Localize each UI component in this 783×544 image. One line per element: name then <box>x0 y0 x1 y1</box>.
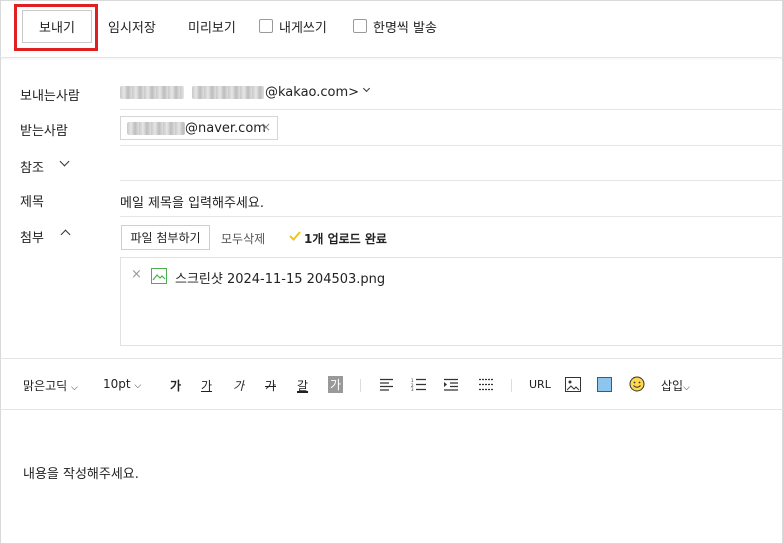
divider <box>120 145 783 146</box>
chevron-down-icon: ⌵ <box>71 383 78 393</box>
insert-menu[interactable]: 삽입⌵ <box>661 377 690 394</box>
toolbar-separator <box>511 379 512 392</box>
divider <box>120 180 783 181</box>
subject-label: 제목 <box>20 195 44 210</box>
chevron-down-icon: ⌵ <box>134 381 142 391</box>
chevron-down-icon: ⌵ <box>683 383 690 393</box>
recipient-id-redacted <box>127 122 185 135</box>
attach-label: 첨부 <box>20 231 44 246</box>
to-self-label[interactable]: 내게쓰기 <box>279 17 327 36</box>
attachment-file-name[interactable]: 스크린샷 2024-11-15 204503.png <box>175 268 385 287</box>
font-size-select[interactable]: 10pt ⌵ <box>103 377 141 391</box>
underline-button[interactable]: 가 <box>201 377 212 394</box>
toolbar-separator <box>360 379 361 392</box>
font-family-value: 맑은고딕 <box>23 379 68 393</box>
remove-recipient-icon[interactable]: × <box>261 120 271 134</box>
svg-text:3: 3 <box>411 387 414 391</box>
image-icon[interactable] <box>565 377 581 396</box>
preview-button[interactable]: 미리보기 <box>188 17 236 36</box>
upload-check-icon <box>289 230 301 246</box>
delete-all-button[interactable]: 모두삭제 <box>221 230 265 247</box>
indent-icon[interactable] <box>443 378 459 395</box>
font-color-button[interactable]: 갈 <box>297 377 308 394</box>
cc-label[interactable]: 참조 <box>20 157 44 176</box>
remove-attachment-icon[interactable]: × <box>131 267 142 282</box>
to-self-checkbox[interactable] <box>259 19 273 33</box>
bold-button[interactable]: 가 <box>170 377 181 394</box>
from-address[interactable]: @kakao.com> <box>265 85 359 100</box>
horizontal-line-icon[interactable] <box>478 378 494 395</box>
from-name-redacted <box>120 86 184 99</box>
compose-toolbar: 보내기 임시저장 미리보기 내게쓰기 한명씩 발송 <box>0 0 783 58</box>
emoji-icon[interactable] <box>629 376 645 396</box>
background-color-button[interactable]: 가 <box>328 376 344 393</box>
attach-file-button[interactable]: 파일 첨부하기 <box>121 225 210 250</box>
individual-send-checkbox[interactable] <box>353 19 367 33</box>
attachment-list: × 스크린샷 2024-11-15 204503.png <box>120 257 783 346</box>
divider <box>120 216 783 217</box>
url-button[interactable]: URL <box>529 378 551 391</box>
font-size-value: 10pt <box>103 377 131 391</box>
recipient-chip[interactable]: @naver.com × <box>120 116 278 140</box>
align-left-icon[interactable] <box>379 378 394 395</box>
from-label: 보내는사람 <box>20 89 80 104</box>
to-label: 받는사람 <box>20 124 68 139</box>
strikethrough-button[interactable]: 가 <box>265 377 276 394</box>
font-family-select[interactable]: 맑은고딕 ⌵ <box>23 377 78 394</box>
image-file-icon <box>151 268 167 288</box>
ordered-list-icon[interactable]: 123 <box>411 378 427 395</box>
upload-status: 1개 업로드 완료 <box>304 232 387 246</box>
individual-send-label[interactable]: 한명씩 발송 <box>373 17 437 36</box>
save-draft-button[interactable]: 임시저장 <box>108 17 156 36</box>
from-id-redacted <box>192 86 264 99</box>
send-button[interactable]: 보내기 <box>22 10 92 43</box>
divider <box>120 109 783 110</box>
italic-button[interactable]: 가 <box>233 377 244 394</box>
mail-body-editor[interactable]: 내용을 작성해주세요. <box>23 463 139 482</box>
insert-label: 삽입 <box>661 379 684 393</box>
editor-toolbar: 맑은고딕 ⌵ 10pt ⌵ 가 가 가 가 갈 가 123 URL 삽입⌵ <box>0 358 783 410</box>
recipient-address: @naver.com <box>185 121 266 136</box>
subject-input[interactable]: 메일 제목을 입력해주세요. <box>120 192 264 211</box>
table-icon[interactable] <box>597 377 612 392</box>
